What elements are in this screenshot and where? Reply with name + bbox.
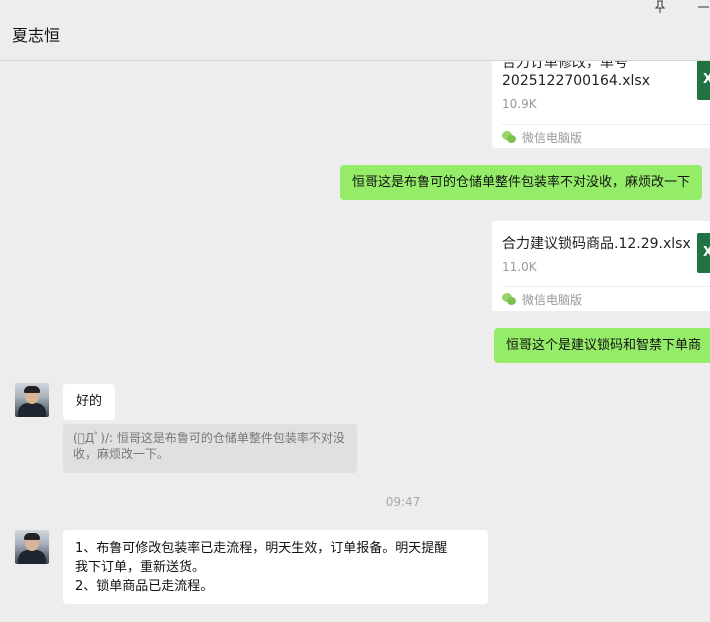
file-name-line2: 2025122700164.xlsx [502, 73, 650, 89]
file-size: 10.9K [502, 97, 537, 111]
message-line3: 2、锁单商品已走流程。 [75, 579, 214, 594]
chat-title: 夏志恒 [12, 26, 61, 45]
file-source-label: 微信电脑版 [522, 131, 583, 145]
file-source-label: 微信电脑版 [522, 293, 583, 307]
message-line2: 我下订单，重新送货。 [75, 560, 206, 575]
chat-header: 夏志恒 [0, 0, 710, 61]
received-message-2[interactable]: 1、布鲁可修改包装率已走流程，明天生效，订单报备。明天提醒 我下订单，重新送货。… [63, 530, 488, 604]
avatar[interactable] [15, 530, 49, 564]
chat-messages[interactable]: 合力订单修改，单号 2025122700164.xlsx 10.9K X 微信电… [0, 61, 710, 622]
avatar-body [18, 550, 46, 564]
excel-file-icon: X [697, 233, 710, 273]
minimize-icon[interactable] [697, 0, 710, 14]
wechat-icon [502, 131, 516, 143]
file-message-1[interactable]: 合力订单修改，单号 2025122700164.xlsx 10.9K X 微信电… [492, 61, 710, 148]
quoted-message[interactable]: (ﾟДﾟ)/: 恒哥这是布鲁可的仓储单整件包装率不对没 收，麻烦改一下。 [63, 424, 357, 473]
avatar-hair [24, 386, 40, 393]
quote-line2: 收，麻烦改一下。 [73, 447, 170, 461]
message-line1: 1、布鲁可修改包装率已走流程，明天生效，订单报备。明天提醒 [75, 541, 448, 556]
sent-message-1[interactable]: 恒哥这是布鲁可的仓储单整件包装率不对没收，麻烦改一下 [340, 165, 703, 200]
file-name-line1: 合力订单修改，单号 [502, 61, 628, 71]
sent-message-2[interactable]: 恒哥这个是建议锁码和智禁下单商 [494, 328, 710, 363]
timestamp: 09:47 [385, 495, 421, 509]
pin-icon[interactable] [654, 0, 666, 17]
wechat-icon [502, 293, 516, 305]
received-message-1[interactable]: 好的 [63, 384, 115, 420]
avatar-body [18, 403, 46, 417]
file-size: 11.0K [502, 260, 537, 274]
file-name: 合力建议锁码商品.12.29.xlsx [502, 236, 691, 252]
file-source: 微信电脑版 [502, 286, 710, 311]
file-source: 微信电脑版 [502, 124, 710, 149]
quote-line1: (ﾟДﾟ)/: 恒哥这是布鲁可的仓储单整件包装率不对没 [73, 431, 345, 445]
avatar-hair [24, 533, 40, 540]
avatar[interactable] [15, 383, 49, 417]
file-message-2[interactable]: 合力建议锁码商品.12.29.xlsx 11.0K X 微信电脑版 [492, 221, 710, 311]
excel-file-icon: X [697, 61, 710, 100]
